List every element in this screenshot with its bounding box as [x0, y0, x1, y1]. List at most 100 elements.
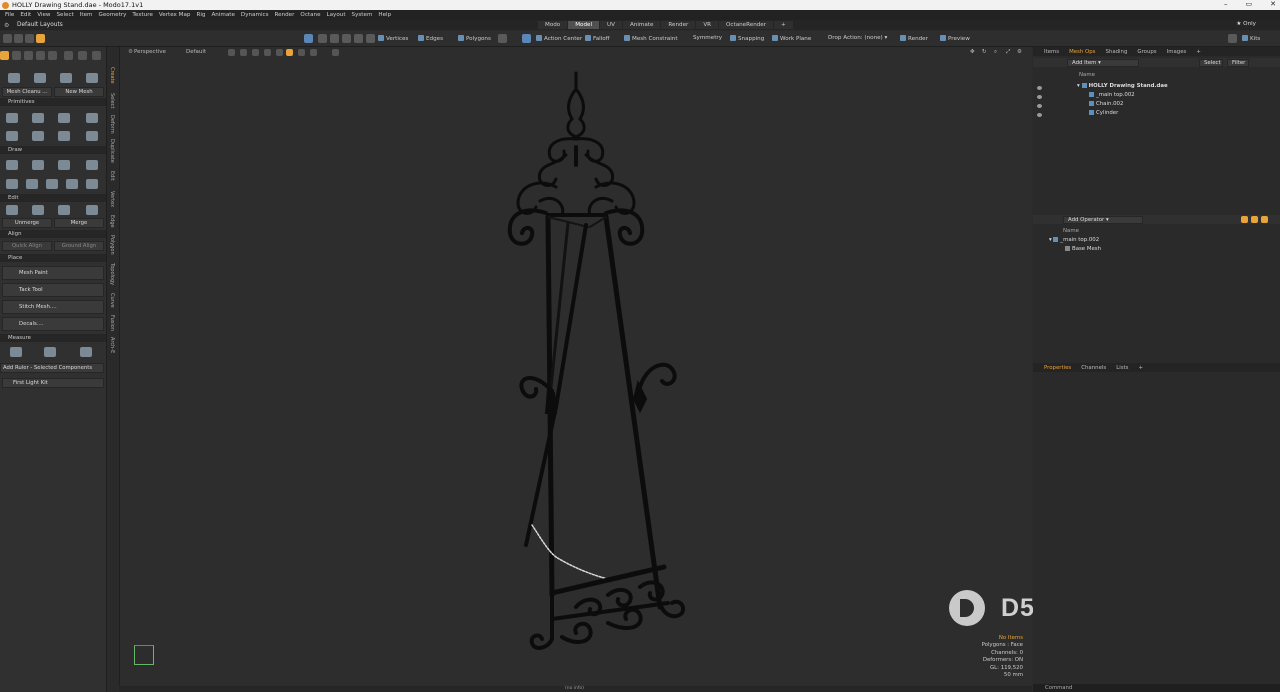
layout-selector[interactable]: Default Layouts	[17, 22, 63, 28]
add-tab-button[interactable]: +	[774, 21, 793, 29]
refresh-icon[interactable]	[92, 51, 101, 60]
bevel-icon[interactable]	[8, 73, 20, 83]
add-properties-tab-button[interactable]: +	[1133, 365, 1148, 371]
search-icon[interactable]	[1228, 34, 1237, 43]
loop-slice-icon[interactable]	[86, 73, 98, 83]
measure-curve-icon[interactable]	[44, 347, 56, 357]
close-icon[interactable]: ✕	[1270, 0, 1276, 8]
meshop-item-base-mesh[interactable]: Base Mesh	[1065, 246, 1101, 252]
tab-mesh-ops[interactable]: Mesh Ops	[1064, 49, 1100, 55]
section-place[interactable]: Place	[0, 254, 106, 262]
sphere-icon[interactable]	[32, 113, 44, 123]
pen-icon[interactable]	[6, 160, 18, 170]
lasso-icon[interactable]	[330, 34, 339, 43]
plane-draw-icon[interactable]	[86, 160, 98, 170]
tree-item-main-top[interactable]: _main top.002	[1089, 92, 1135, 98]
side-tab-create[interactable]: Create	[109, 67, 115, 84]
material-icon[interactable]	[498, 34, 507, 43]
bridge-icon[interactable]	[60, 73, 72, 83]
tack-tool-button[interactable]: Tack Tool	[2, 283, 104, 297]
command-bar[interactable]: Command	[1033, 684, 1280, 692]
section-edit[interactable]: Edit	[0, 194, 106, 202]
tab-uv[interactable]: UV	[600, 21, 622, 29]
grid-icon[interactable]	[25, 34, 34, 43]
meshop-enable-icon[interactable]	[1241, 216, 1248, 223]
cone-icon[interactable]	[86, 113, 98, 123]
move-tool-icon[interactable]	[12, 51, 21, 60]
menu-vertex-map[interactable]: Vertex Map	[156, 12, 194, 18]
menu-item[interactable]: Item	[77, 12, 96, 18]
cylinder-icon[interactable]	[32, 131, 44, 141]
first-light-kit-button[interactable]: First Light Kit	[2, 378, 104, 388]
scale-tool-icon[interactable]	[36, 51, 45, 60]
command-input[interactable]: Command	[1045, 685, 1072, 691]
unmerge-button[interactable]: Unmerge	[2, 218, 52, 228]
viewport-3d[interactable]: ⚙ Perspective Default ✥ ↻ ⌕ ⤢ ⚙ No Items…	[119, 47, 1032, 687]
capsule-icon[interactable]	[58, 131, 70, 141]
quick-align-button[interactable]: Quick Align	[2, 241, 52, 251]
sketch-icon[interactable]	[66, 179, 78, 189]
select-mode-icon[interactable]	[36, 34, 45, 43]
tab-render[interactable]: Render	[661, 21, 696, 29]
side-tab-arch-e[interactable]: Arch-E	[109, 337, 115, 353]
polygons-button[interactable]: Polygons	[458, 35, 491, 42]
paint-select-icon[interactable]	[342, 34, 351, 43]
ruler-icon[interactable]	[10, 347, 22, 357]
add-item-select[interactable]: Add Item ▾	[1067, 59, 1139, 67]
menu-rig[interactable]: Rig	[193, 12, 208, 18]
menu-render[interactable]: Render	[272, 12, 298, 18]
render-button[interactable]: Render	[900, 35, 928, 42]
cube-icon[interactable]	[6, 113, 18, 123]
layout-icon[interactable]	[3, 34, 12, 43]
shield-icon[interactable]	[366, 34, 375, 43]
section-draw[interactable]: Draw	[0, 146, 106, 154]
edges-button[interactable]: Edges	[418, 35, 443, 42]
tree-item-chain[interactable]: Chain.002	[1089, 101, 1123, 107]
meshop-freeze-icon[interactable]	[1261, 216, 1268, 223]
tab-animate[interactable]: Animate	[622, 21, 661, 29]
menu-dynamics[interactable]: Dynamics	[238, 12, 272, 18]
visibility-eye-icon[interactable]	[1037, 104, 1042, 108]
side-tab-duplicate[interactable]: Duplicate	[109, 139, 115, 163]
menu-layout[interactable]: Layout	[324, 12, 349, 18]
tree-item-cylinder[interactable]: Cylinder	[1089, 110, 1118, 116]
ground-align-button[interactable]: Ground Align	[54, 241, 104, 251]
transform-tool-icon[interactable]	[48, 51, 57, 60]
tab-octanerender[interactable]: OctaneRender	[719, 21, 774, 29]
side-tab-curve[interactable]: Curve	[109, 293, 115, 308]
side-tab-select[interactable]: Select	[109, 93, 115, 108]
snap-tool-icon[interactable]	[78, 51, 87, 60]
side-tab-polygon[interactable]: Polygon	[109, 235, 115, 255]
disc-icon[interactable]	[58, 113, 70, 123]
maximize-icon[interactable]: ▭	[1246, 0, 1253, 8]
symmetry-button[interactable]: Symmetry	[693, 35, 722, 41]
move-view-icon[interactable]	[14, 34, 23, 43]
menu-system[interactable]: System	[349, 12, 376, 18]
kits-button[interactable]: Kits	[1242, 35, 1260, 42]
tree-item-scene[interactable]: ▾ HOLLY Drawing Stand.dae	[1077, 83, 1168, 89]
tab-vr[interactable]: VR	[696, 21, 719, 29]
menu-view[interactable]: View	[34, 12, 53, 18]
tab-shading[interactable]: Shading	[1100, 49, 1132, 55]
element-move-icon[interactable]	[64, 51, 73, 60]
side-tab-edit[interactable]: Edit	[109, 171, 115, 181]
minimize-icon[interactable]: –	[1224, 0, 1228, 8]
drop-action-select[interactable]: Drop Action: (none) ▾	[828, 35, 887, 41]
torus-icon[interactable]	[6, 131, 18, 141]
visibility-eye-icon[interactable]	[1037, 86, 1042, 90]
menu-file[interactable]: File	[2, 12, 17, 18]
mesh-paint-button[interactable]: Mesh Paint	[2, 266, 104, 280]
select-tool-icon[interactable]	[0, 51, 9, 60]
paste-icon[interactable]	[58, 205, 70, 215]
weld-icon[interactable]	[86, 205, 98, 215]
gear-icon[interactable]: ⚙	[4, 22, 11, 29]
section-align[interactable]: Align	[0, 230, 106, 238]
spline-icon[interactable]	[46, 179, 58, 189]
extrude-icon[interactable]	[34, 73, 46, 83]
cut-icon[interactable]	[6, 205, 18, 215]
menu-select[interactable]: Select	[54, 12, 77, 18]
tab-modo[interactable]: Modo	[538, 21, 568, 29]
tab-items[interactable]: Items	[1039, 49, 1064, 55]
easel-model[interactable]	[120, 47, 1033, 687]
menu-edit[interactable]: Edit	[17, 12, 34, 18]
